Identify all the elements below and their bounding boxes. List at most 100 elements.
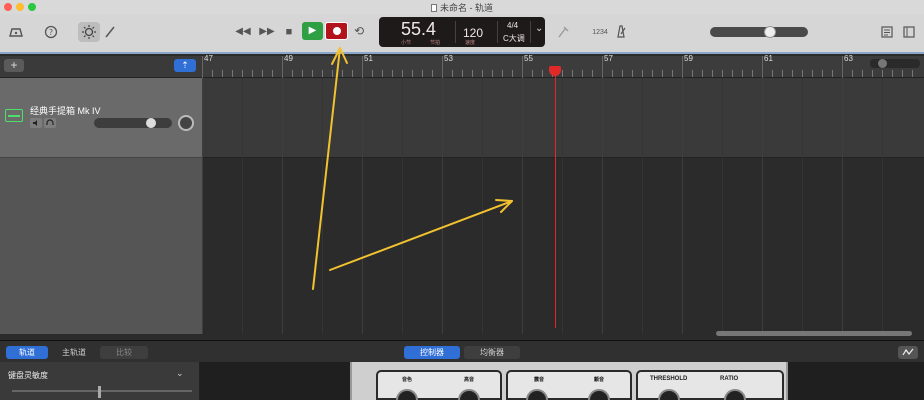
playhead[interactable] xyxy=(555,66,556,328)
mute-button[interactable] xyxy=(30,118,42,128)
beat-tick xyxy=(622,70,623,77)
beat-tick xyxy=(222,70,223,77)
play-button[interactable]: ▶ xyxy=(302,22,323,40)
editors-icon[interactable] xyxy=(104,25,116,42)
catch-playhead-button[interactable]: ⇡ xyxy=(174,59,196,72)
track-name: 经典手提箱 Mk IV xyxy=(30,106,101,116)
module-tremolo: 震音 颤音 xyxy=(506,370,632,400)
bar-number: 59 xyxy=(684,54,693,63)
lcd-position: 55.4 xyxy=(401,19,437,39)
treble-knob[interactable] xyxy=(458,389,480,400)
lcd-divider xyxy=(530,21,531,43)
horizontal-scrollbar[interactable] xyxy=(716,331,912,336)
beat-tick xyxy=(252,70,253,77)
bar-tick xyxy=(682,56,683,78)
tuner-icon[interactable] xyxy=(556,25,570,42)
threshold-knob[interactable] xyxy=(658,389,680,400)
bar-number: 57 xyxy=(604,54,613,63)
library-icon[interactable] xyxy=(8,26,24,41)
bar-number: 49 xyxy=(284,54,293,63)
beat-tick xyxy=(452,70,453,77)
beat-tick xyxy=(312,70,313,77)
grid-line xyxy=(202,78,203,334)
beat-tick xyxy=(702,70,703,77)
beat-tick xyxy=(592,70,593,77)
lcd-beat-label: 节拍 xyxy=(430,40,441,46)
track-volume-slider[interactable] xyxy=(94,118,172,128)
smart-controls-button[interactable] xyxy=(78,22,100,42)
beat-tick xyxy=(872,70,873,77)
module-tone: 音色 高音 xyxy=(376,370,502,400)
track-row[interactable]: 经典手提箱 Mk IV xyxy=(0,78,202,158)
beat-tick xyxy=(692,70,693,77)
track-lane[interactable] xyxy=(202,78,924,158)
track-pan-knob[interactable] xyxy=(178,115,194,131)
grid-line xyxy=(522,78,523,334)
notepad-icon[interactable] xyxy=(880,25,894,42)
tab-eq[interactable]: 均衡器 xyxy=(464,346,520,359)
bar-tick xyxy=(842,56,843,78)
cycle-button[interactable]: ⟲ xyxy=(352,24,366,38)
controls-icon xyxy=(902,348,914,356)
beat-tick xyxy=(802,70,803,77)
beat-tick xyxy=(732,70,733,77)
metronome-icon[interactable] xyxy=(614,24,628,41)
ratio-knob[interactable] xyxy=(724,389,746,400)
count-in-button[interactable]: 1234 xyxy=(590,26,610,40)
beat-tick xyxy=(422,70,423,77)
sensitivity-slider[interactable] xyxy=(12,390,192,392)
tone-knob[interactable] xyxy=(396,389,418,400)
master-volume-knob[interactable] xyxy=(764,26,776,38)
beat-tick xyxy=(852,70,853,77)
chevron-down-icon[interactable]: ⌄ xyxy=(176,368,184,379)
chevron-down-icon[interactable]: ⌄ xyxy=(535,23,543,34)
beat-tick xyxy=(482,70,483,77)
tracks-area[interactable] xyxy=(202,78,924,334)
beat-tick xyxy=(772,70,773,77)
master-volume-slider[interactable] xyxy=(710,27,808,37)
solo-button[interactable] xyxy=(44,118,56,128)
zoom-knob[interactable] xyxy=(878,59,887,68)
sensitivity-slider-handle[interactable] xyxy=(98,386,101,398)
svg-text:?: ? xyxy=(49,28,53,37)
fast-forward-button[interactable]: ▶▶ xyxy=(259,25,275,39)
keyboard-sensitivity-label: 键盘灵敏度 xyxy=(8,371,48,380)
grid-line xyxy=(562,78,563,334)
beat-tick xyxy=(432,70,433,77)
rewind-button[interactable]: ◀◀ xyxy=(235,25,251,39)
grid-line xyxy=(642,78,643,334)
stop-button[interactable]: ■ xyxy=(283,25,295,39)
tab-track[interactable]: 轨道 xyxy=(6,346,48,359)
beat-tick xyxy=(862,70,863,77)
beat-tick xyxy=(402,70,403,77)
beat-tick xyxy=(822,70,823,77)
knob-label: RATIO xyxy=(720,376,739,382)
grid-line xyxy=(402,78,403,334)
beat-tick xyxy=(832,70,833,77)
loop-browser-icon[interactable] xyxy=(902,25,916,42)
grid-line xyxy=(722,78,723,334)
bar-tick xyxy=(282,56,283,78)
toolbar: ? ◀◀ ▶▶ ■ ▶ ⟲ 55.4 小节 节拍 120 速度 4/4 C大调 … xyxy=(0,14,924,54)
help-icon[interactable]: ? xyxy=(44,25,58,42)
vibrato-knob[interactable] xyxy=(588,389,610,400)
grid-line xyxy=(762,78,763,334)
tab-master-track[interactable]: 主轨道 xyxy=(52,346,96,359)
tab-controls[interactable]: 控制器 xyxy=(404,346,460,359)
knob-label: 颤音 xyxy=(594,377,605,383)
garageband-window: 未命名 - 轨道 ? ◀◀ ▶▶ ■ ▶ ⟲ 55.4 小节 节拍 120 速度 xyxy=(0,0,924,400)
add-track-button[interactable]: + xyxy=(4,59,24,72)
amp-rack: 音色 高音 震音 颤音 THRESHOLD RATIO xyxy=(350,362,788,400)
beat-tick xyxy=(382,70,383,77)
record-button[interactable] xyxy=(325,22,348,40)
tab-compare[interactable]: 比较 xyxy=(100,346,148,359)
lcd-display[interactable]: 55.4 小节 节拍 120 速度 4/4 C大调 ⌄ xyxy=(379,17,545,47)
beat-tick xyxy=(472,70,473,77)
timeline-ruler[interactable]: 47 49 51 53 55 57 59 61 63 xyxy=(202,54,924,78)
beat-tick xyxy=(462,70,463,77)
beat-tick xyxy=(632,70,633,77)
inspector-toggle-button[interactable] xyxy=(898,346,918,359)
tremolo-knob[interactable] xyxy=(526,389,548,400)
track-volume-knob[interactable] xyxy=(146,118,156,128)
beat-tick xyxy=(582,70,583,77)
